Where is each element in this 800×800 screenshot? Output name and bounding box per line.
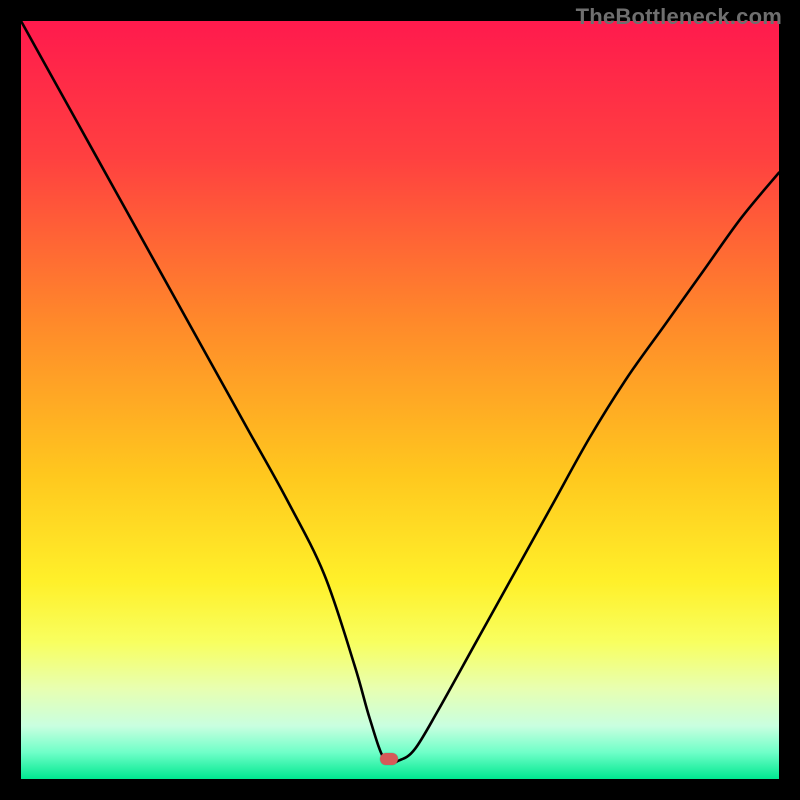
plot-area — [21, 21, 779, 779]
bottleneck-point-marker — [380, 753, 398, 765]
chart-frame: TheBottleneck.com — [0, 0, 800, 800]
bottleneck-curve — [21, 21, 779, 779]
watermark-text: TheBottleneck.com — [576, 4, 782, 30]
